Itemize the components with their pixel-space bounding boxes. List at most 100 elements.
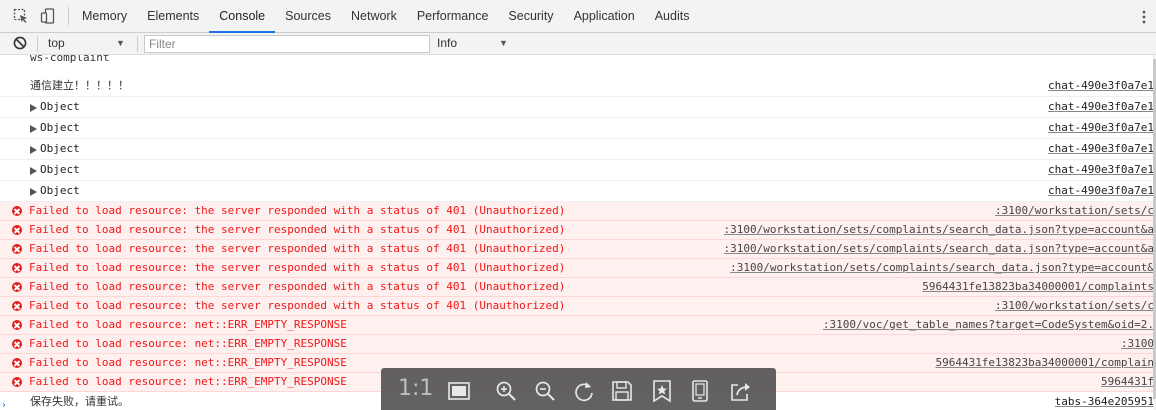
console-log-row[interactable]: Object chat-490e3f0a7e1 (0, 160, 1156, 181)
tab-console[interactable]: Console (209, 0, 276, 33)
tab-sources[interactable]: Sources (275, 0, 341, 33)
image-viewer-toolbar: 1:1 (381, 368, 776, 410)
console-error-row: Failed to load resource: the server resp… (0, 221, 1156, 240)
context-selector-value: top (48, 36, 65, 50)
console-messages: ws-complaint 通信建立！！！！！ chat-490e3f0a7e1 Obj… (0, 55, 1156, 410)
console-source-link[interactable]: chat-490e3f0a7e1 (1048, 97, 1154, 117)
console-message-text: Failed to load resource: the server resp… (29, 299, 566, 312)
inspect-element-icon[interactable] (13, 8, 29, 24)
tab-network[interactable]: Network (341, 0, 407, 33)
console-source-link[interactable]: :3100/workstation/sets/c (995, 202, 1154, 220)
console-source-link[interactable]: chat-490e3f0a7e1 (1048, 118, 1154, 138)
console-error-row: Failed to load resource: the server resp… (0, 202, 1156, 221)
console-source-link[interactable]: :3100 (1121, 335, 1154, 353)
chevron-down-icon: ▼ (116, 38, 125, 48)
tab-elements[interactable]: Elements (137, 0, 209, 33)
console-message-text: Failed to load resource: the server resp… (29, 242, 566, 255)
tab-memory[interactable]: Memory (72, 0, 137, 33)
console-source-link[interactable]: :3100/workstation/sets/complaints/search… (724, 240, 1154, 258)
expand-triangle-icon[interactable] (30, 104, 37, 112)
console-error-row: Failed to load resource: the server resp… (0, 240, 1156, 259)
console-source-link[interactable]: chat-490e3f0a7e1 (1048, 160, 1154, 180)
fit-screen-icon[interactable] (447, 379, 471, 403)
console-message-text: Failed to load resource: net::ERR_EMPTY_… (29, 356, 347, 369)
console-message-text: Object (40, 163, 80, 176)
console-message-text: Failed to load resource: net::ERR_EMPTY_… (29, 337, 347, 350)
console-source-link[interactable]: 5964431fe13823ba34000001/complain (935, 354, 1154, 372)
console-message-text: Failed to load resource: the server resp… (29, 261, 566, 274)
console-log-row[interactable]: Object chat-490e3f0a7e1 (0, 139, 1156, 160)
log-level-value: Info (437, 36, 458, 50)
error-icon (12, 377, 22, 387)
console-message-text: Failed to load resource: net::ERR_EMPTY_… (29, 318, 347, 331)
error-icon (12, 301, 22, 311)
console-error-row: Failed to load resource: the server resp… (0, 297, 1156, 316)
tab-security[interactable]: Security (498, 0, 563, 33)
console-log-row[interactable]: Object chat-490e3f0a7e1 (0, 181, 1156, 202)
actual-size-button[interactable]: 1:1 (398, 376, 433, 402)
console-message-text: Failed to load resource: net::ERR_EMPTY_… (29, 375, 347, 388)
console-error-row: Failed to load resource: net::ERR_EMPTY_… (0, 316, 1156, 335)
console-source-link[interactable]: :3100/workstation/sets/c (995, 297, 1154, 315)
console-source-link[interactable]: chat-490e3f0a7e1 (1048, 76, 1154, 96)
console-message-text: Object (40, 184, 80, 197)
console-source-link[interactable]: tabs-364e205951 (1055, 392, 1154, 410)
expand-triangle-icon[interactable] (30, 125, 37, 133)
tab-application[interactable]: Application (564, 0, 645, 33)
console-message-text: Object (40, 142, 80, 155)
clear-console-icon[interactable] (13, 36, 27, 50)
panel-tabs: Memory Elements Console Sources Network Perfo… (72, 0, 699, 33)
console-prompt-icon: › (2, 400, 6, 410)
console-message-text: 通信建立！！！！！ (30, 79, 129, 92)
device-toolbar-icon[interactable] (40, 8, 56, 24)
console-message-text: Failed to load resource: the server resp… (29, 280, 566, 293)
console-log-row: 通信建立！！！！！ chat-490e3f0a7e1 (0, 76, 1156, 97)
more-options-icon[interactable] (1142, 9, 1146, 25)
rotate-icon[interactable] (572, 379, 596, 403)
console-error-row: Failed to load resource: net::ERR_EMPTY_… (0, 335, 1156, 354)
zoom-in-icon[interactable] (494, 379, 518, 403)
console-source-link[interactable]: 5964431f (1101, 373, 1154, 391)
error-icon (12, 206, 22, 216)
chevron-down-icon: ▼ (499, 38, 508, 48)
console-source-link[interactable]: chat-490e3f0a7e1 (1048, 139, 1154, 159)
context-selector[interactable]: top ▼ (48, 33, 130, 55)
console-source-link[interactable]: :3100/workstation/sets/complaints/search… (730, 259, 1154, 277)
filterbar-divider (137, 36, 138, 52)
error-icon (12, 358, 22, 368)
expand-triangle-icon[interactable] (30, 146, 37, 154)
tab-performance[interactable]: Performance (407, 0, 499, 33)
console-error-row: Failed to load resource: the server resp… (0, 278, 1156, 297)
bookmark-star-icon[interactable] (650, 379, 674, 403)
device-icon[interactable] (688, 379, 712, 403)
console-log-row[interactable]: Object chat-490e3f0a7e1 (0, 97, 1156, 118)
filter-input[interactable] (144, 35, 430, 53)
console-error-row: Failed to load resource: the server resp… (0, 259, 1156, 278)
error-icon (12, 320, 22, 330)
console-log-row: ws-complaint (0, 55, 1156, 76)
console-source-link[interactable]: 5964431fe13823ba34000001/complaints (922, 278, 1154, 296)
zoom-out-icon[interactable] (533, 379, 557, 403)
tabbar-divider (68, 7, 69, 25)
error-icon (12, 263, 22, 273)
filterbar-divider (37, 36, 38, 52)
error-icon (12, 244, 22, 254)
console-message-text: 保存失败，请重试。 (30, 395, 129, 408)
error-icon (12, 339, 22, 349)
log-level-selector[interactable]: Info ▼ (437, 33, 517, 55)
expand-triangle-icon[interactable] (30, 188, 37, 196)
console-source-link[interactable]: chat-490e3f0a7e1 (1048, 181, 1154, 201)
console-message-text: ws-complaint (30, 55, 110, 64)
console-source-link[interactable]: :3100/voc/get_table_names?target=CodeSys… (823, 316, 1154, 334)
console-message-text: Failed to load resource: the server resp… (29, 204, 566, 217)
console-filter-bar: top ▼ Info ▼ (0, 33, 1156, 55)
console-message-text: Object (40, 100, 80, 113)
error-icon (12, 225, 22, 235)
console-log-row[interactable]: Object chat-490e3f0a7e1 (0, 118, 1156, 139)
save-icon[interactable] (610, 379, 634, 403)
console-message-text: Failed to load resource: the server resp… (29, 223, 566, 236)
tab-audits[interactable]: Audits (645, 0, 700, 33)
expand-triangle-icon[interactable] (30, 167, 37, 175)
console-source-link[interactable]: :3100/workstation/sets/complaints/search… (724, 221, 1154, 239)
share-icon[interactable] (729, 379, 753, 403)
